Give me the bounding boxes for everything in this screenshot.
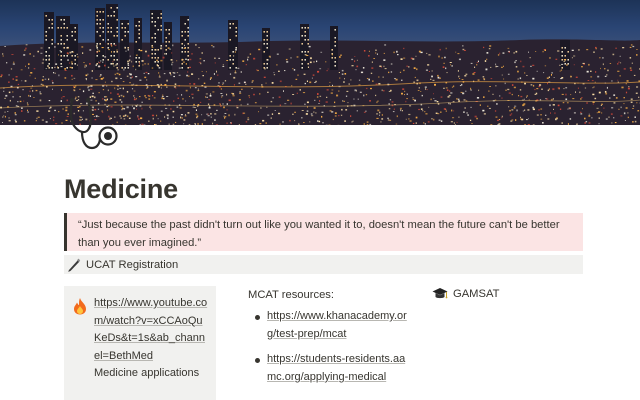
gamsat-page-link[interactable]: GAMSAT [432,287,499,301]
bullet-icon [255,315,260,320]
khanacademy-link[interactable]: https://www.khanacademy.org/test-prep/mc… [267,310,407,340]
gamsat-label: GAMSAT [453,288,500,300]
list-item: https://www.khanacademy.org/test-prep/mc… [248,308,408,343]
youtube-link[interactable]: https://www.youtube.com/watch?v=xCCAoQuK… [94,297,207,362]
stethoscope-icon[interactable] [62,96,124,152]
callout-extra-text: Medicine applications [94,367,200,380]
bullet-icon [255,358,260,364]
pen-icon [66,257,82,273]
aamc-link[interactable]: https://students-residents.aamc.org/appl… [267,353,405,383]
quote-text: “Just because the past didn't turn out l… [78,219,560,249]
fire-icon [72,297,88,315]
list-item: https://students-residents.aamc.org/appl… [248,351,408,386]
graduation-cap-icon [432,287,448,301]
mcat-links-list: https://www.khanacademy.org/test-prep/mc… [248,308,408,386]
callout-block[interactable]: https://www.youtube.com/watch?v=xCCAoQuK… [64,286,216,400]
toggle-label: UCAT Registration [86,258,179,271]
mcat-heading: MCAT resources: [248,289,334,301]
page-title[interactable]: Medicine [64,174,178,205]
mcat-resources-column: MCAT resources: https://www.khanacademy.… [248,286,408,394]
quote-block[interactable]: “Just because the past didn't turn out l… [64,213,583,251]
ucat-registration-toggle[interactable]: UCAT Registration [64,255,583,274]
